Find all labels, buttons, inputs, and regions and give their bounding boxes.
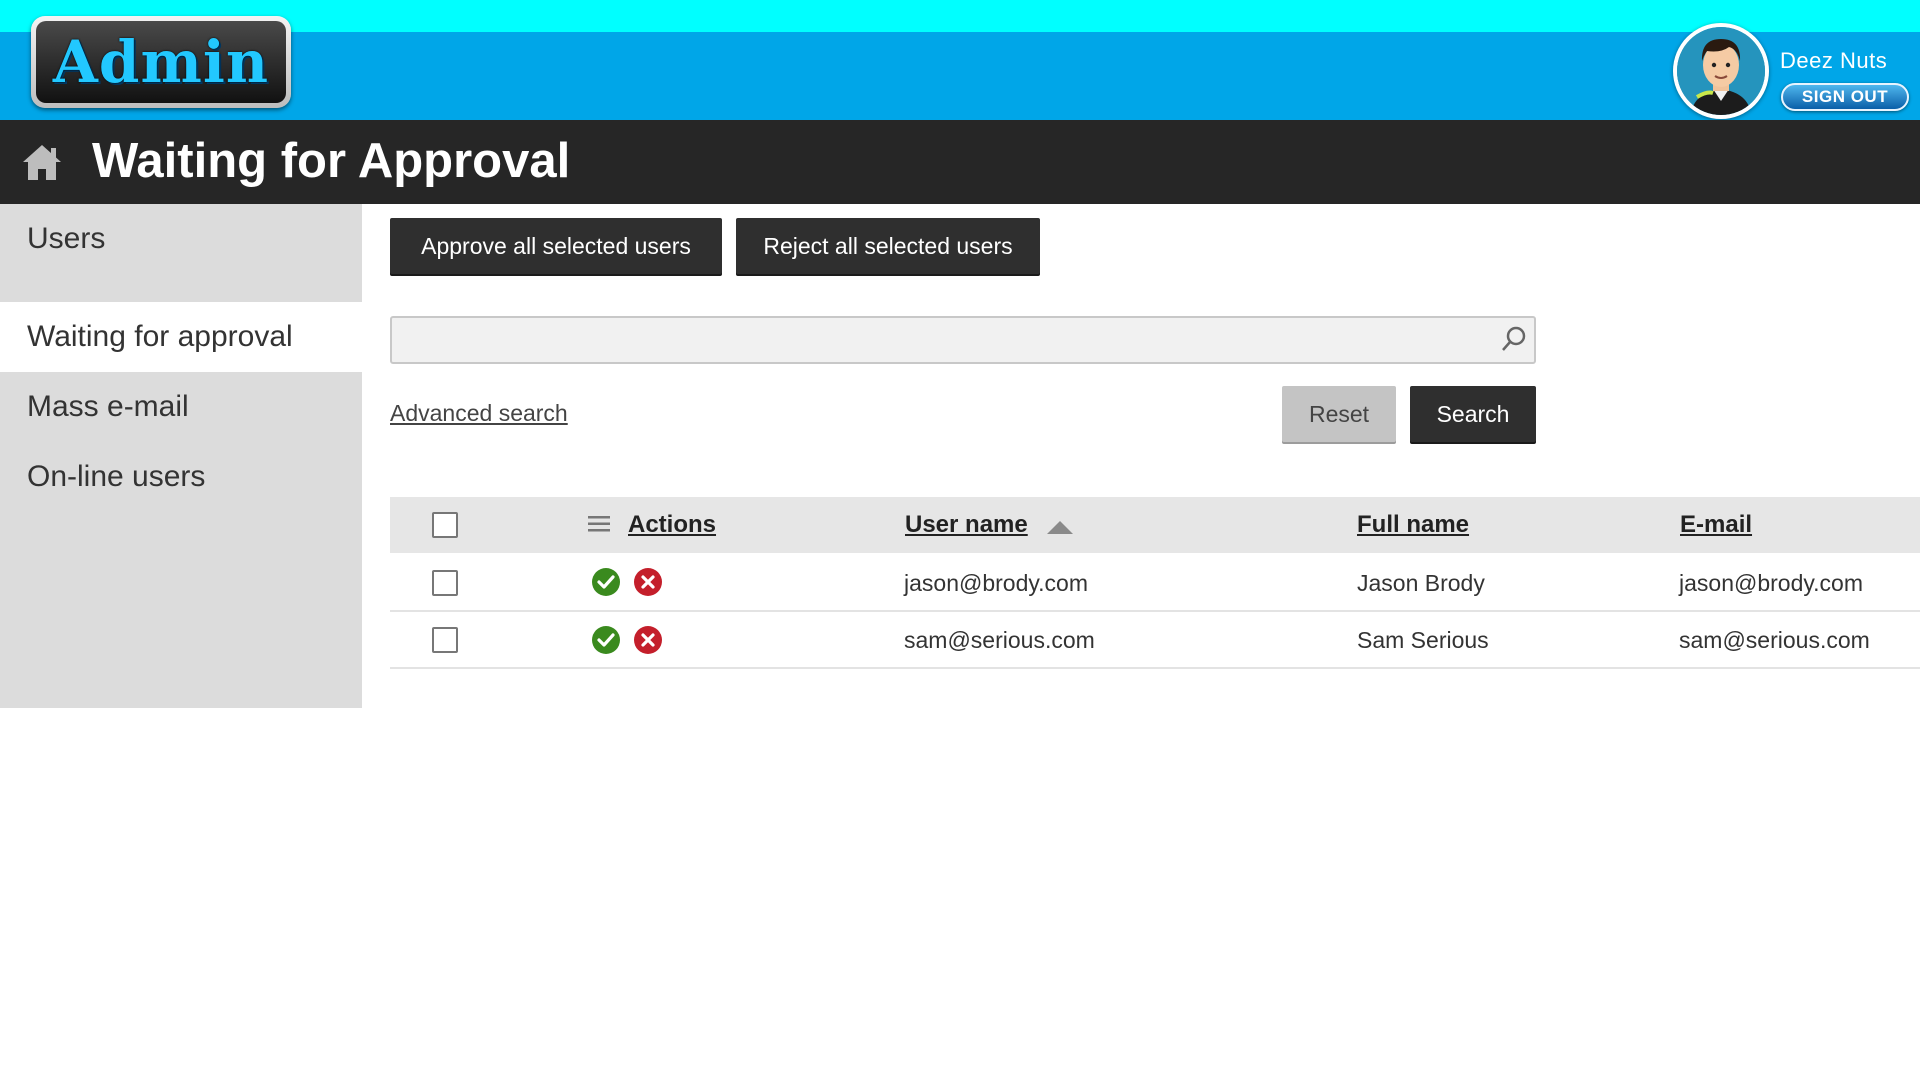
column-menu-icon[interactable] [588, 515, 610, 533]
row-divider [390, 667, 1920, 669]
reject-x-icon[interactable] [633, 625, 663, 655]
cell-full-name: Sam Serious [1357, 627, 1489, 653]
admin-logo[interactable]: Admin [31, 16, 291, 108]
cell-full-name: Jason Brody [1357, 570, 1485, 596]
search-input[interactable] [390, 316, 1536, 364]
sort-up-icon[interactable] [1046, 520, 1074, 535]
page-title: Waiting for Approval [92, 134, 571, 188]
home-icon[interactable] [20, 142, 64, 182]
column-header-user-name[interactable]: User name [905, 511, 1028, 539]
column-header-full-name[interactable]: Full name [1357, 511, 1469, 539]
cell-email: jason@brody.com [1679, 570, 1863, 596]
reset-button[interactable]: Reset [1282, 386, 1396, 442]
sidebar-item-users[interactable]: Users [0, 204, 362, 274]
user-name: Deez Nuts [1780, 48, 1888, 73]
reject-x-icon[interactable] [633, 567, 663, 597]
approve-check-icon[interactable] [591, 567, 621, 597]
column-header-actions[interactable]: Actions [628, 511, 716, 539]
select-all-checkbox[interactable] [432, 512, 458, 538]
approve-all-selected-button[interactable]: Approve all selected users [390, 218, 722, 274]
search-icon[interactable] [1500, 325, 1528, 353]
admin-logo-text: Admin [36, 21, 286, 103]
avatar-image [1677, 27, 1765, 115]
sign-out-button[interactable]: SIGN OUT [1781, 83, 1909, 111]
sidebar-item-online-users[interactable]: On-line users [0, 442, 362, 512]
search-button[interactable]: Search [1410, 386, 1536, 442]
user-avatar[interactable] [1673, 23, 1769, 119]
reject-all-selected-button[interactable]: Reject all selected users [736, 218, 1040, 274]
cell-user-name: jason@brody.com [904, 570, 1088, 596]
avatar-illustration [1677, 27, 1765, 115]
sidebar: Users Waiting for approval Mass e-mail O… [0, 204, 362, 708]
advanced-search-link[interactable]: Advanced search [390, 400, 568, 427]
row-divider [390, 610, 1920, 612]
column-header-email[interactable]: E-mail [1680, 511, 1752, 539]
row-select-checkbox[interactable] [432, 570, 458, 596]
cell-user-name: sam@serious.com [904, 627, 1095, 653]
sidebar-item-waiting-for-approval[interactable]: Waiting for approval [0, 302, 362, 372]
row-select-checkbox[interactable] [432, 627, 458, 653]
approve-check-icon[interactable] [591, 625, 621, 655]
sidebar-item-mass-email[interactable]: Mass e-mail [0, 372, 362, 442]
cell-email: sam@serious.com [1679, 627, 1870, 653]
